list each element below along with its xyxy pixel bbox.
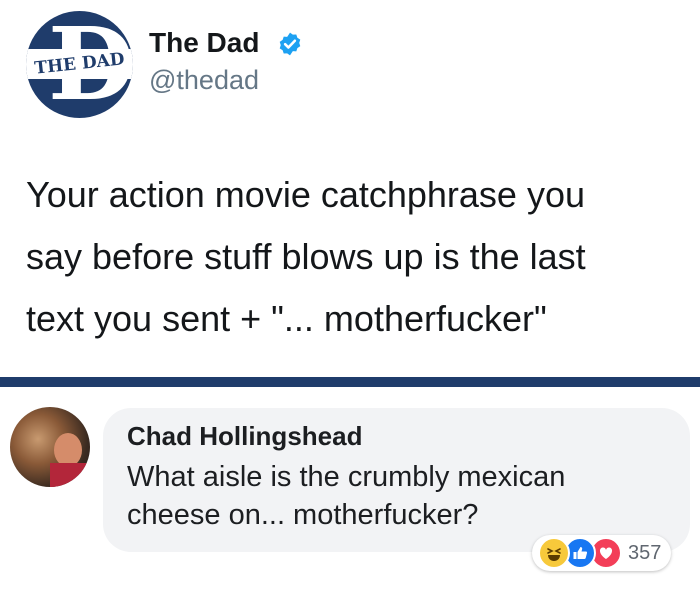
commenter-avatar[interactable]: [10, 407, 90, 487]
commenter-name[interactable]: Chad Hollingshead: [127, 420, 362, 452]
comment-section: Chad Hollingshead What aisle is the crum…: [0, 387, 700, 597]
verified-badge-icon: [279, 32, 301, 56]
avatar-face: [54, 433, 82, 467]
avatar-shirt: [50, 463, 90, 487]
reactions-summary[interactable]: 357: [532, 535, 672, 571]
tweet-card: D THE DAD The Dad @thedad Your action mo…: [0, 0, 700, 376]
haha-icon: [538, 537, 570, 569]
the-dad-logo-avatar[interactable]: D THE DAD: [26, 11, 133, 118]
comment-text: What aisle is the crumbly mexican cheese…: [127, 461, 566, 531]
user-handle[interactable]: @thedad: [149, 64, 259, 96]
display-name[interactable]: The Dad: [149, 26, 259, 60]
divider: [0, 377, 700, 387]
reaction-count: 357: [628, 542, 662, 564]
comment-bubble: Chad Hollingshead What aisle is the crum…: [103, 408, 690, 552]
tweet-text: Your action movie catchphrase you say be…: [26, 174, 586, 339]
